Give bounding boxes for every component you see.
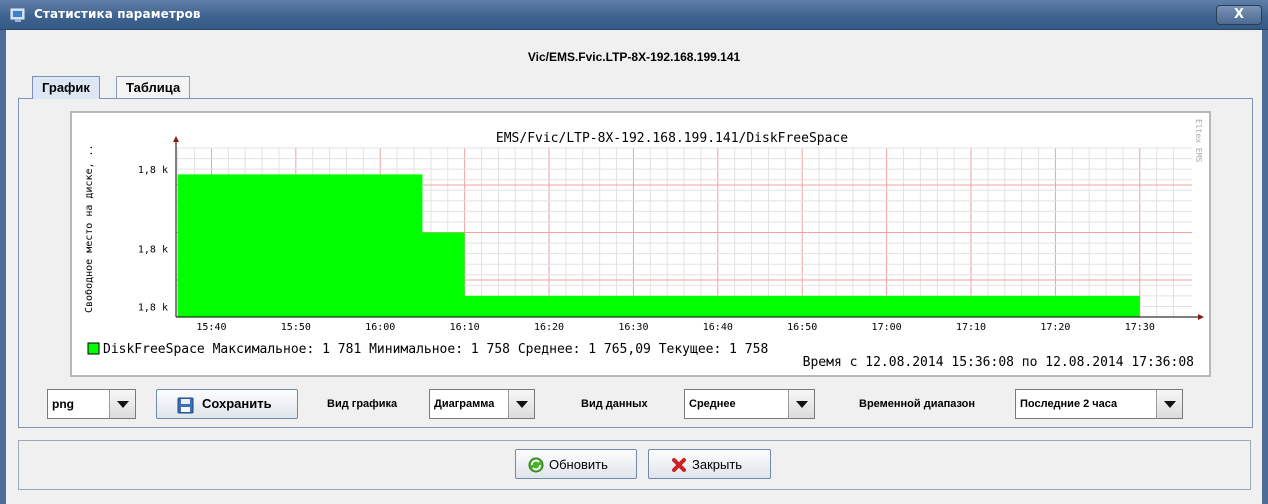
time-range-value: Последние 2 часа (1020, 398, 1118, 410)
x-tick-label: 16:20 (534, 322, 564, 333)
data-type-value: Среднее (689, 398, 736, 410)
x-tick-label: 16:40 (703, 322, 733, 333)
refresh-label: Обновить (549, 457, 608, 472)
y-tick-label: 1,8 k (138, 302, 168, 313)
x-tick-label: 15:40 (196, 322, 226, 333)
x-tick-labels: 15:40 15:50 16:00 16:10 16:20 16:30 16:40 16:50… (196, 322, 1154, 333)
x-tick-label: 15:50 (281, 322, 311, 333)
x-tick-label: 17:30 (1125, 322, 1155, 333)
data-type-label: Вид данных (581, 398, 648, 410)
window-title: Статистика параметров (34, 7, 201, 21)
x-tick-label: 17:00 (872, 322, 902, 333)
format-select[interactable]: png (47, 389, 136, 419)
y-tick-label: 1,8 k (138, 244, 168, 255)
x-tick-label: 16:10 (450, 322, 480, 333)
format-value: png (52, 397, 74, 411)
chart-type-value: Диаграмма (434, 398, 495, 410)
x-tick-label: 16:30 (618, 322, 648, 333)
chart-watermark: Eltex EMS (1194, 119, 1203, 163)
title-bar: Статистика параметров X (0, 0, 1268, 30)
x-tick-label: 17:10 (956, 322, 986, 333)
x-tick-label: 16:50 (787, 322, 817, 333)
close-icon (672, 458, 686, 472)
save-label: Сохранить (202, 396, 272, 411)
time-range-select[interactable]: Последние 2 часа (1015, 389, 1183, 419)
legend-swatch (87, 342, 100, 355)
legend-text: DiskFreeSpace Максимальное: 1 781 Минима… (103, 342, 768, 357)
x-axis-arrow (1198, 314, 1204, 320)
tab-graph[interactable]: График (32, 76, 100, 99)
refresh-button[interactable]: Обновить (515, 449, 637, 479)
close-window-button[interactable]: X (1216, 5, 1262, 25)
chart: EMS/Fvic/LTP-8X-192.168.199.141/DiskFree… (83, 119, 1204, 370)
data-type-select[interactable]: Среднее (684, 389, 815, 419)
time-range-label: Временной диапазон (859, 398, 976, 410)
chevron-down-icon[interactable] (109, 390, 135, 418)
app-icon (10, 8, 25, 22)
save-button[interactable]: Сохранить (156, 389, 298, 419)
y-axis-arrow (173, 136, 179, 142)
close-label: Закрыть (692, 457, 743, 472)
chart-type-label: Вид графика (327, 398, 398, 410)
floppy-icon (177, 397, 194, 414)
device-name: Vic/EMS.Fvic.LTP-8X-192.168.199.141 (527, 50, 741, 64)
chart-type-select[interactable]: Диаграмма (429, 389, 535, 419)
chart-title: EMS/Fvic/LTP-8X-192.168.199.141/DiskFree… (496, 131, 848, 146)
chart-container: EMS/Fvic/LTP-8X-192.168.199.141/DiskFree… (70, 111, 1211, 377)
chevron-down-icon[interactable] (508, 390, 534, 418)
tab-table[interactable]: Таблица (116, 76, 191, 98)
time-range-text: Время с 12.08.2014 15:36:08 по 12.08.201… (803, 355, 1194, 370)
close-button[interactable]: Закрыть (648, 449, 771, 479)
chart-ylabel: Свободное место на диске, .. (83, 144, 95, 313)
x-tick-label: 17:20 (1040, 322, 1070, 333)
chevron-down-icon[interactable] (788, 390, 814, 418)
y-tick-label: 1,8 k (138, 165, 168, 176)
x-tick-label: 16:00 (365, 322, 395, 333)
chevron-down-icon[interactable] (1156, 390, 1182, 418)
y-tick-labels: 1,8 k 1,8 k 1,8 k (138, 165, 168, 313)
refresh-icon (528, 457, 544, 473)
